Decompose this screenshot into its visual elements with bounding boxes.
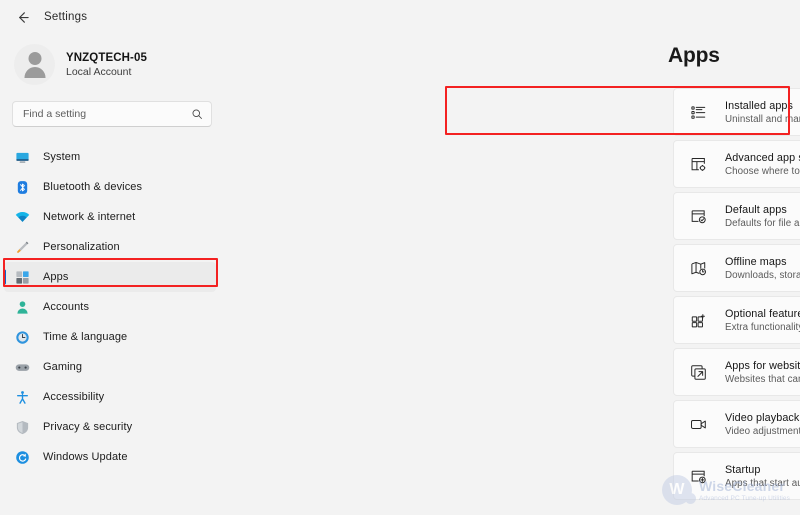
card-title: Video playback (725, 411, 800, 424)
sidebar-item-bluetooth-devices[interactable]: Bluetooth & devices (4, 172, 216, 202)
sidebar-item-label: Personalization (43, 241, 120, 253)
sidebar-item-accessibility[interactable]: Accessibility (4, 382, 216, 412)
sidebar-item-network-internet[interactable]: Network & internet (4, 202, 216, 232)
card-installed-apps[interactable]: Installed apps Uninstall and manage apps… (673, 88, 800, 136)
title-bar: Settings (0, 0, 800, 34)
sidebar-item-label: Bluetooth & devices (43, 181, 143, 193)
sidebar-item-label: System (43, 151, 81, 163)
card-text: Optional features Extra functionality fo… (725, 308, 800, 333)
window-check-icon (689, 207, 708, 226)
card-subtitle: Websites that can open in an app instead… (725, 373, 800, 385)
card-offline-maps[interactable]: Offline maps Downloads, storage location… (673, 244, 800, 292)
card-subtitle: Defaults for file and link types, other … (725, 217, 800, 229)
page-title: Apps (668, 44, 720, 67)
grid-plus-icon (689, 311, 708, 330)
sidebar-item-personalization[interactable]: Personalization (4, 232, 216, 262)
external-link-icon (689, 363, 708, 382)
sidebar-item-accounts[interactable]: Accounts (4, 292, 216, 322)
card-title: Advanced app settings (725, 151, 800, 164)
watermark-brand: WiseCleaner (698, 478, 786, 494)
card-apps-for-websites[interactable]: Apps for websites Websites that can open… (673, 348, 800, 396)
sidebar-nav: System Bluetooth & devices Network & int… (0, 142, 228, 472)
card-title: Startup (725, 463, 761, 476)
shield-icon (14, 419, 31, 436)
card-subtitle: Downloads, storage location, map updates (725, 269, 800, 281)
window-gear-icon (689, 155, 708, 174)
clock-globe-icon (14, 329, 31, 346)
settings-window: Settings YNZQTECH-05 Local Account Find … (0, 0, 800, 515)
gamepad-icon (14, 359, 31, 376)
sidebar-item-label: Windows Update (43, 451, 128, 463)
card-text: Installed apps Uninstall and manage apps… (725, 100, 800, 125)
sidebar-item-windows-update[interactable]: Windows Update (4, 442, 216, 472)
card-title: Optional features (725, 307, 800, 320)
sidebar-item-label: Gaming (43, 361, 83, 373)
sidebar-item-time-language[interactable]: Time & language (4, 322, 216, 352)
watermark-tagline: Advanced PC Tune-up Utilities (698, 495, 790, 502)
card-text: Offline maps Downloads, storage location… (725, 256, 800, 281)
sidebar: YNZQTECH-05 Local Account System (0, 0, 228, 515)
wifi-icon (14, 209, 31, 226)
user-avatar-icon (14, 44, 55, 85)
card-text: Apps for websites Websites that can open… (725, 360, 800, 385)
search-icon[interactable] (191, 108, 203, 120)
accessibility-person-icon (14, 389, 31, 406)
sidebar-item-label: Privacy & security (43, 421, 133, 433)
account-section[interactable]: YNZQTECH-05 Local Account (0, 34, 228, 85)
watermark-text: WiseCleaner Advanced PC Tune-up Utilitie… (699, 478, 790, 502)
apps-grid-icon (14, 269, 31, 286)
card-advanced-app-settings[interactable]: Advanced app settings Choose where to ge… (673, 140, 800, 188)
card-subtitle: Video adjustments, HDR streaming, batter… (725, 425, 800, 437)
card-title: Default apps (725, 203, 787, 216)
card-text: Video playback Video adjustments, HDR st… (725, 412, 800, 437)
account-name: YNZQTECH-05 (66, 51, 147, 64)
card-title: Installed apps (725, 99, 794, 112)
search-input[interactable] (23, 108, 185, 120)
sidebar-item-system[interactable]: System (4, 142, 216, 172)
map-clock-icon (689, 259, 708, 278)
back-arrow-icon[interactable] (14, 9, 30, 25)
paintbrush-icon (14, 239, 31, 256)
sidebar-item-label: Accessibility (43, 391, 105, 403)
card-optional-features[interactable]: Optional features Extra functionality fo… (673, 296, 800, 344)
sidebar-item-gaming[interactable]: Gaming (4, 352, 216, 382)
card-default-apps[interactable]: Default apps Defaults for file and link … (673, 192, 800, 240)
card-text: Advanced app settings Choose where to ge… (725, 152, 800, 177)
bluetooth-icon (14, 179, 31, 196)
wisecleaner-watermark: W WiseCleaner Advanced PC Tune-up Utilit… (661, 475, 790, 505)
account-type: Local Account (66, 65, 132, 78)
card-title: Offline maps (725, 255, 787, 268)
card-title: Apps for websites (725, 359, 800, 372)
window-title: Settings (44, 11, 88, 23)
main-content: Apps Installed apps Uninstall and manage… (228, 0, 800, 515)
sidebar-item-privacy-security[interactable]: Privacy & security (4, 412, 216, 442)
card-subtitle: Choose where to get apps, archive apps, … (725, 165, 800, 177)
video-camera-icon (689, 415, 708, 434)
settings-card-list: Installed apps Uninstall and manage apps… (673, 88, 800, 504)
wisecleaner-logo-icon: W (661, 475, 696, 505)
monitor-icon (14, 149, 31, 166)
person-icon (14, 299, 31, 316)
sidebar-item-label: Network & internet (43, 211, 136, 223)
card-video-playback[interactable]: Video playback Video adjustments, HDR st… (673, 400, 800, 448)
list-view-icon (689, 103, 708, 122)
sidebar-item-apps[interactable]: Apps (4, 262, 216, 292)
account-text: YNZQTECH-05 Local Account (66, 52, 147, 78)
sidebar-item-label: Time & language (43, 331, 128, 343)
update-refresh-icon (14, 449, 31, 466)
sidebar-item-label: Accounts (43, 301, 90, 313)
card-text: Default apps Defaults for file and link … (725, 204, 800, 229)
sidebar-item-label: Apps (43, 271, 69, 283)
search-box[interactable] (12, 101, 212, 127)
card-subtitle: Extra functionality for your device (725, 321, 800, 333)
card-subtitle: Uninstall and manage apps on your PC (725, 113, 800, 125)
